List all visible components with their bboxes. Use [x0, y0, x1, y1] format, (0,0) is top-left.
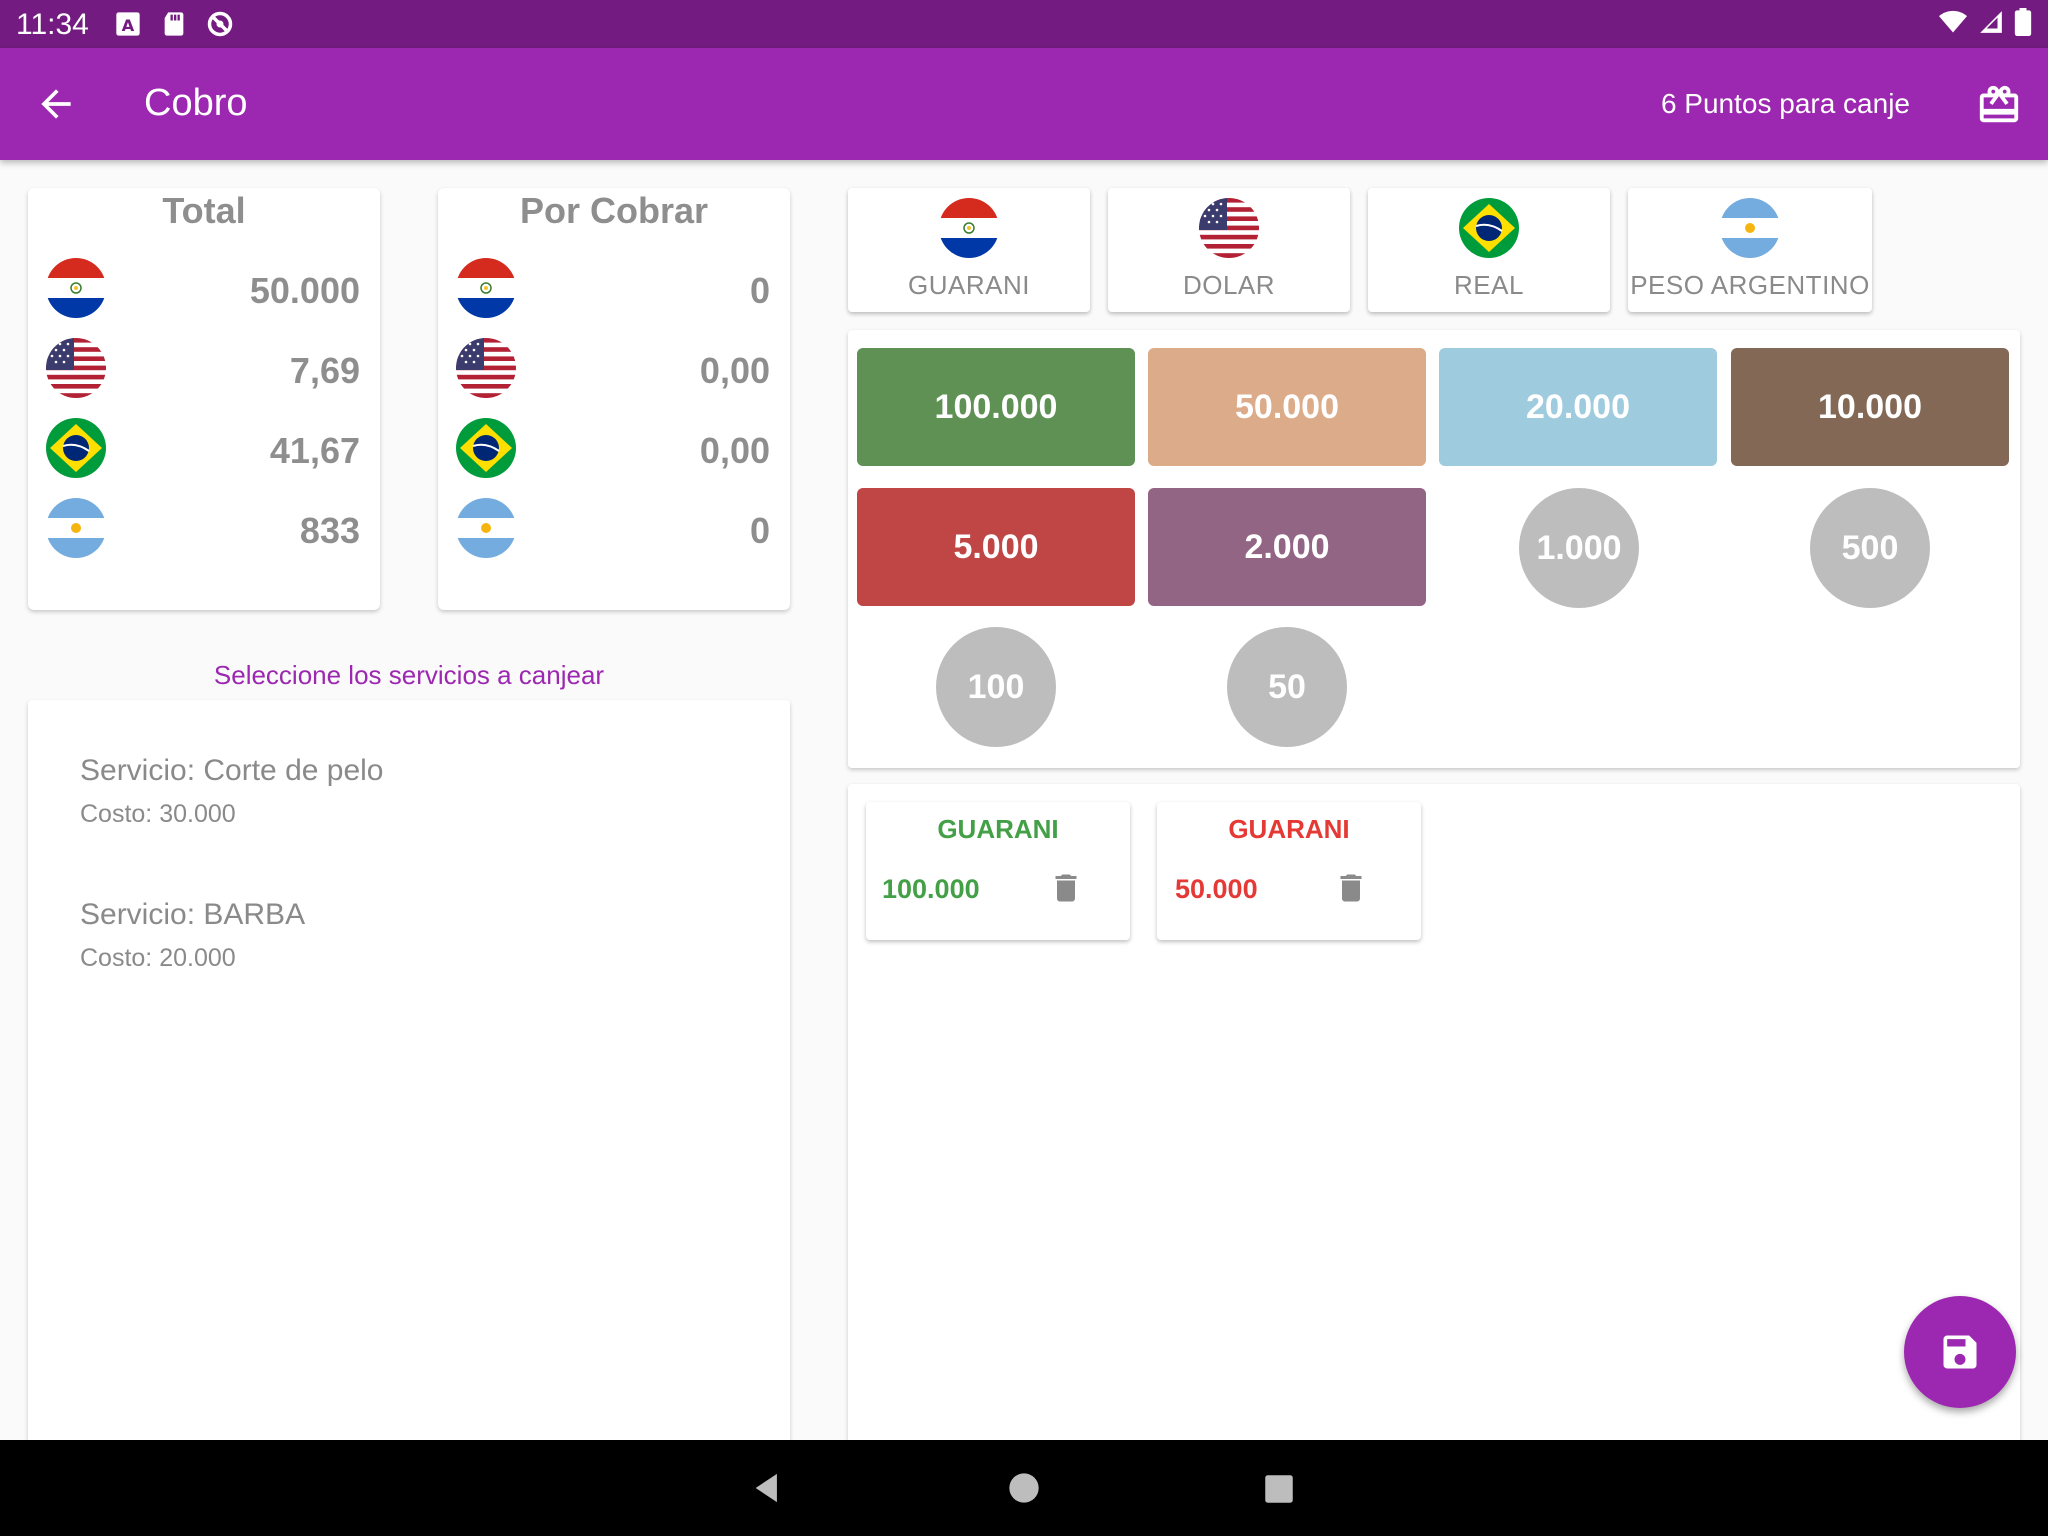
paraguay-flag-icon — [46, 258, 106, 318]
cell-signal-icon — [1980, 11, 2002, 33]
pending-value-peso: 0 — [749, 510, 770, 551]
service-cost: Costo: 30.000 — [80, 800, 236, 828]
payment-amount: 50.000 — [1175, 874, 1258, 904]
coin-1000-button[interactable]: 1.000 — [1519, 488, 1639, 608]
pending-row-guarani: 0 — [456, 258, 770, 320]
note-10000-button[interactable]: 10.000 — [1731, 348, 2009, 466]
total-value-dolar: 7,69 — [289, 350, 360, 391]
pending-value-guarani: 0 — [749, 270, 770, 311]
usa-flag-icon — [456, 338, 516, 398]
service-title: Servicio: Corte de pelo — [80, 754, 384, 787]
note-20000-button[interactable]: 20.000 — [1439, 348, 1717, 466]
total-row-real: 41,67 — [46, 418, 360, 480]
currency-tab-guarani[interactable]: GUARANI — [848, 188, 1090, 312]
brazil-flag-icon — [456, 418, 516, 478]
wifi-icon — [1939, 10, 1967, 33]
pending-card: Por Cobrar 0 0,00 0,00 0 — [438, 188, 790, 610]
total-row-dolar: 7,69 — [46, 338, 360, 400]
coin-100-button[interactable]: 100 — [936, 627, 1056, 747]
total-value-real: 41,67 — [269, 430, 360, 471]
battery-icon — [2014, 8, 2032, 36]
delete-icon[interactable] — [1048, 868, 1084, 908]
total-value-guarani: 50.000 — [249, 270, 360, 311]
note-100000-button[interactable]: 100.000 — [857, 348, 1135, 466]
argentina-flag-icon — [46, 498, 106, 558]
currency-tab-label: DOLAR — [1182, 270, 1276, 300]
argentina-flag-icon — [1720, 198, 1780, 258]
services-instruction: Seleccione los servicios a canjear — [213, 660, 605, 690]
coin-50-button[interactable]: 50 — [1227, 627, 1347, 747]
gift-icon[interactable] — [1976, 82, 2022, 128]
pending-row-real: 0,00 — [456, 418, 770, 480]
payment-item-1: GUARANI 100.000 — [866, 802, 1130, 940]
sd-card-icon — [164, 12, 184, 36]
denominations-panel: 100.000 50.000 20.000 10.000 5.000 2.000… — [848, 330, 2020, 768]
pending-value-dolar: 0,00 — [699, 350, 770, 391]
pending-row-peso: 0 — [456, 498, 770, 560]
payment-currency: GUARANI — [937, 814, 1059, 844]
redeem-points-label: 6 Puntos para canje — [1660, 88, 1910, 119]
total-row-peso: 833 — [46, 498, 360, 560]
pending-heading: Por Cobrar — [519, 190, 709, 231]
service-title: Servicio: BARBA — [80, 898, 306, 931]
keyboard-notification-icon: A — [116, 12, 140, 36]
note-2000-button[interactable]: 2.000 — [1148, 488, 1426, 606]
currency-tab-label: PESO ARGENTINO — [1630, 270, 1870, 300]
nav-recents-icon[interactable] — [1264, 1474, 1294, 1504]
pending-row-dolar: 0,00 — [456, 338, 770, 400]
currency-tab-label: GUARANI — [908, 270, 1030, 300]
usa-flag-icon — [1199, 198, 1259, 258]
status-right-icons — [1938, 8, 2032, 36]
app-bar: Cobro 6 Puntos para canje — [0, 48, 2048, 160]
pending-value-real: 0,00 — [699, 430, 770, 471]
services-list: Servicio: Corte de pelo Costo: 30.000 Se… — [28, 700, 790, 1460]
paraguay-flag-icon — [456, 258, 516, 318]
total-row-guarani: 50.000 — [46, 258, 360, 320]
usa-flag-icon — [46, 338, 106, 398]
payment-amount: 100.000 — [882, 874, 980, 904]
page-title: Cobro — [144, 82, 248, 124]
payment-item-2: GUARANI 50.000 — [1157, 802, 1421, 940]
note-50000-button[interactable]: 50.000 — [1148, 348, 1426, 466]
currency-tab-dolar[interactable]: DOLAR — [1108, 188, 1350, 312]
status-time: 11:34 — [16, 8, 89, 41]
currency-tab-peso-argentino[interactable]: PESO ARGENTINO — [1628, 188, 1872, 312]
total-value-peso: 833 — [299, 510, 360, 551]
brazil-flag-icon — [46, 418, 106, 478]
service-cost: Costo: 20.000 — [80, 944, 236, 972]
paraguay-flag-icon — [939, 198, 999, 258]
status-bar: 11:34 A — [0, 0, 2048, 48]
coin-500-button[interactable]: 500 — [1810, 488, 1930, 608]
note-5000-button[interactable]: 5.000 — [857, 488, 1135, 606]
total-heading: Total — [162, 190, 246, 231]
delete-icon[interactable] — [1333, 868, 1369, 908]
system-navigation-bar — [0, 1440, 2048, 1536]
currency-tab-real[interactable]: REAL — [1368, 188, 1610, 312]
nav-back-icon[interactable] — [750, 1470, 784, 1506]
back-arrow-icon[interactable] — [34, 82, 78, 126]
payment-currency: GUARANI — [1228, 814, 1350, 844]
currency-tab-label: REAL — [1454, 270, 1524, 300]
brazil-flag-icon — [1459, 198, 1519, 258]
nav-home-icon[interactable] — [1008, 1472, 1040, 1504]
svg-text:A: A — [122, 16, 135, 35]
save-button[interactable] — [1904, 1296, 2016, 1408]
total-card: Total 50.000 7,69 41,67 833 — [28, 188, 380, 610]
argentina-flag-icon — [456, 498, 516, 558]
save-icon — [1943, 1335, 1977, 1369]
sync-off-icon — [207, 11, 233, 37]
